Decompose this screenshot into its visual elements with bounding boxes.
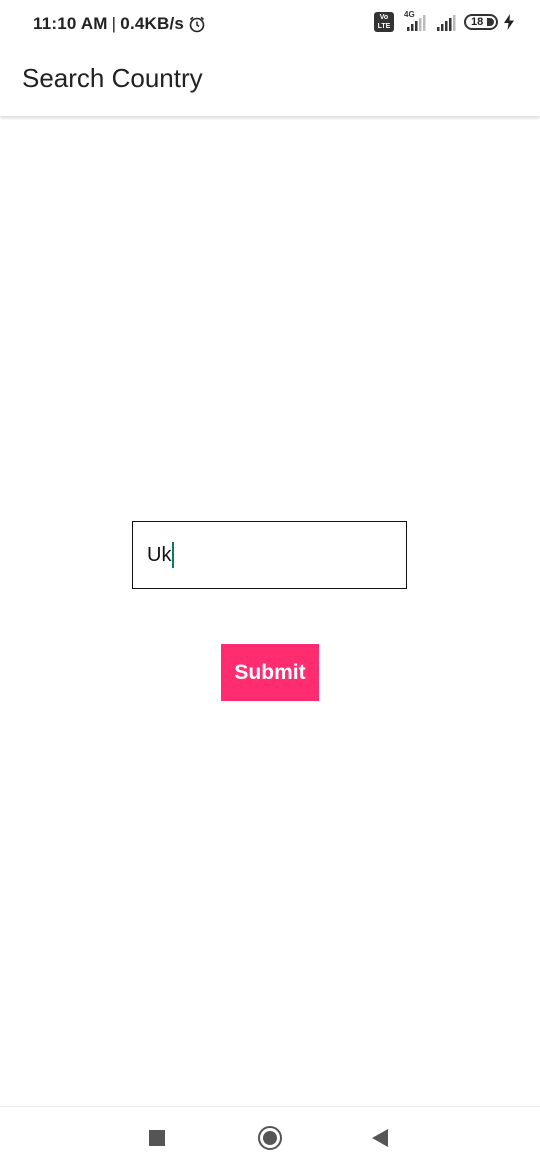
battery-icon: 18 [464, 14, 498, 30]
navigation-bar [0, 1106, 540, 1170]
signal-4g-icon: 4G [400, 10, 430, 32]
country-search-input[interactable]: Uk [132, 521, 407, 589]
home-icon-inner [263, 1131, 277, 1145]
volte-label-bottom: LTE [377, 23, 391, 30]
circle-home-icon[interactable] [258, 1126, 282, 1150]
lightning-bolt-icon [504, 14, 514, 30]
battery-level: 18 [471, 16, 484, 28]
text-cursor [172, 542, 175, 568]
status-time: 11:10 AM [33, 14, 108, 33]
volte-label-top: Vo [379, 14, 389, 21]
signal-bars-icon [436, 12, 458, 32]
status-left: 11:10 AM | 0.4KB/s [33, 14, 206, 34]
submit-button-label: Submit [234, 660, 306, 684]
status-bar: 11:10 AM | 0.4KB/s Vo LTE 4G 18 [0, 0, 540, 50]
country-search-value: Uk [147, 543, 172, 566]
volte-icon: Vo LTE [374, 12, 394, 32]
screen: 11:10 AM | 0.4KB/s Vo LTE 4G 18 Search C… [0, 0, 540, 1170]
page-title: Search Country [22, 63, 203, 93]
network-speed: 0.4KB/s [120, 14, 185, 33]
status-separator: | [111, 14, 117, 33]
status-right: Vo LTE 4G 18 [374, 10, 514, 32]
square-recents-icon[interactable] [149, 1130, 165, 1146]
alarm-clock-icon [188, 15, 206, 33]
battery-fill [487, 18, 494, 26]
app-bar: Search Country [0, 50, 540, 116]
submit-button[interactable]: Submit [221, 644, 319, 701]
triangle-back-icon[interactable] [372, 1129, 388, 1147]
